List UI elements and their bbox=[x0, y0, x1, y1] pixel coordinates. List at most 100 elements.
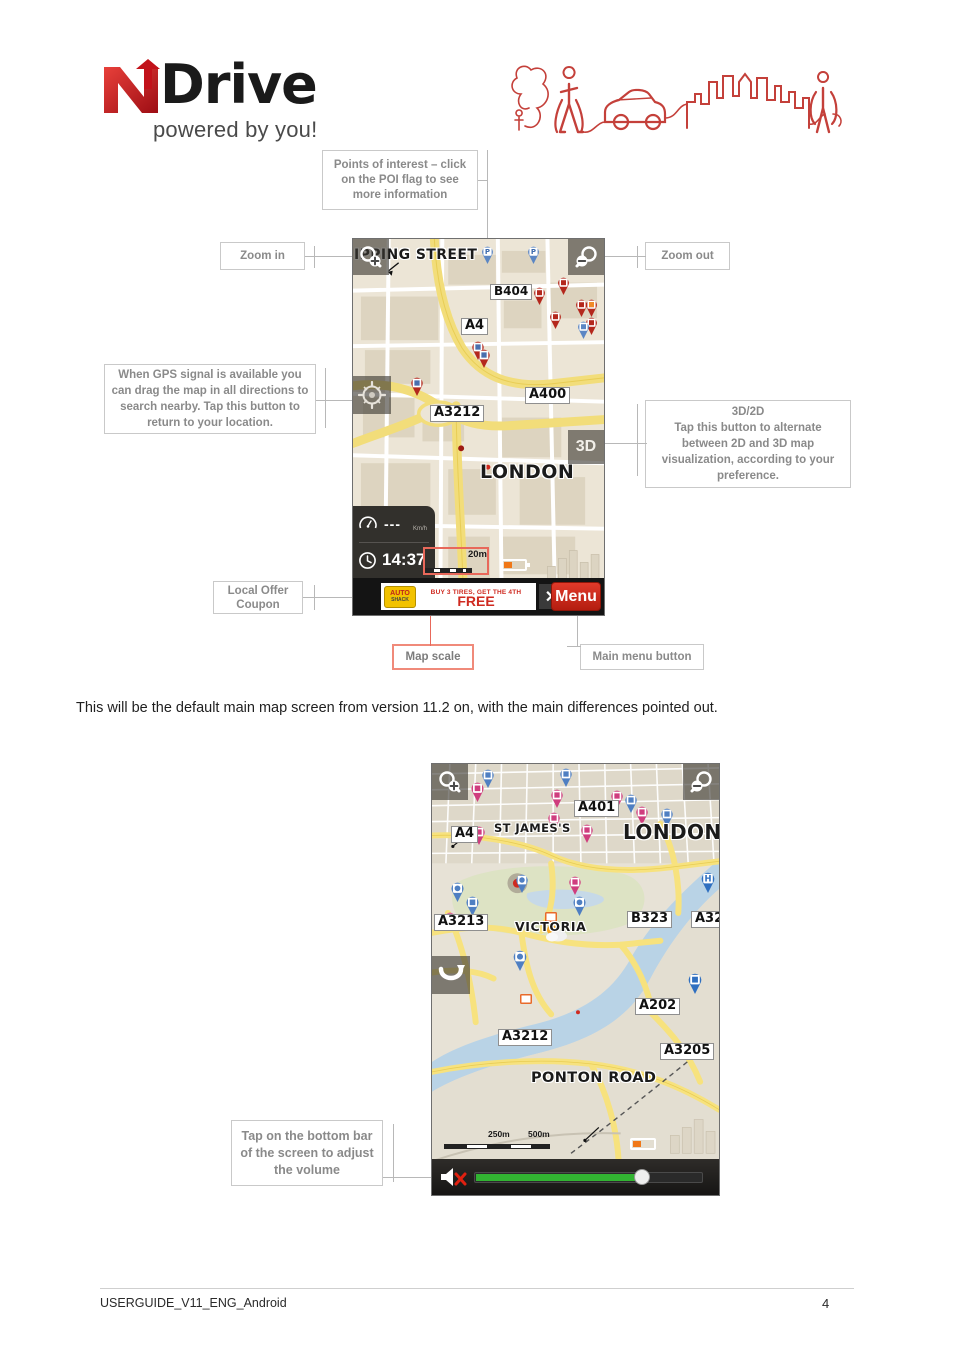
connector-volume-tick bbox=[393, 1124, 394, 1182]
ndrive-logo: Drive powered by you! bbox=[100, 53, 400, 150]
poi-marker-parking[interactable]: P bbox=[481, 246, 494, 264]
magnifier-minus-icon bbox=[690, 771, 712, 793]
magnifier-minus-icon bbox=[575, 246, 597, 268]
speedometer-icon bbox=[359, 516, 377, 529]
poi-marker-transport[interactable] bbox=[465, 896, 480, 916]
svg-text:P: P bbox=[485, 248, 490, 256]
map-scale-widget: 20m bbox=[423, 547, 489, 575]
poi-dot-orange bbox=[589, 302, 594, 307]
connector-gps-tick bbox=[325, 368, 326, 428]
poi-marker-bank[interactable] bbox=[577, 321, 590, 339]
road-label-a401: A401 bbox=[574, 800, 620, 817]
road-label-a202: A202 bbox=[635, 998, 681, 1015]
poi-marker-hotel[interactable] bbox=[477, 349, 491, 368]
footer-page-number: 4 bbox=[822, 1296, 830, 1311]
poi-marker-shopping[interactable] bbox=[550, 789, 564, 808]
page-header: Drive powered by you! bbox=[0, 0, 954, 150]
map-scale-bar bbox=[444, 1144, 550, 1149]
svg-text:H: H bbox=[704, 874, 711, 884]
poi-marker-leisure[interactable] bbox=[515, 874, 529, 893]
place-label-london: LONDON bbox=[623, 820, 720, 844]
poi-marker-fuel[interactable] bbox=[533, 287, 546, 305]
road-label-a3212: A3212 bbox=[498, 1029, 553, 1046]
clock-value: 14:37 bbox=[382, 550, 426, 569]
poi-marker-leisure[interactable] bbox=[512, 950, 528, 971]
connector-poi-horizontal bbox=[478, 180, 488, 181]
poi-marker-transport[interactable] bbox=[687, 973, 703, 994]
place-label-victoria: VICTORIA bbox=[515, 919, 587, 934]
locate-me-button[interactable] bbox=[353, 376, 391, 414]
local-offer-coupon-bar[interactable]: AUTO SHACK BUY 3 TIRES, GET THE 4TH FREE… bbox=[353, 578, 604, 615]
footer-file-label: USERGUIDE_V11_ENG_Android bbox=[100, 1296, 287, 1310]
logo-wordmark: Drive bbox=[160, 53, 318, 116]
connector-poi-vertical bbox=[487, 150, 488, 245]
ad-advertiser-logo: AUTO SHACK bbox=[384, 585, 416, 608]
battery-fill bbox=[504, 562, 512, 568]
ad-logo-line2: SHACK bbox=[391, 596, 409, 603]
road-label-a3213: A3213 bbox=[434, 914, 489, 931]
poi-marker-shopping[interactable] bbox=[580, 824, 594, 843]
place-label-london: LONDON bbox=[480, 461, 575, 483]
callout-volume: Tap on the bottom bar of the screen to a… bbox=[231, 1120, 383, 1186]
map-screenshot-secondary: H A401 A4 A3213 B323 A32 A202 A3212 A320… bbox=[431, 763, 720, 1196]
connector-local-offer-tick bbox=[314, 585, 315, 610]
poi-marker-leisure[interactable] bbox=[572, 896, 587, 916]
road-label-a3212: A3212 bbox=[430, 405, 485, 422]
ad-logo-line1: AUTO bbox=[390, 589, 410, 597]
poi-marker-hospital[interactable]: H bbox=[700, 872, 716, 893]
ad-copy: BUY 3 TIRES, GET THE 4TH FREE bbox=[416, 588, 536, 609]
place-label-ponton-road: PONTON ROAD bbox=[531, 1070, 657, 1086]
connector-3d bbox=[605, 443, 647, 444]
callout-gps-drag: When GPS signal is available you can dra… bbox=[104, 364, 316, 434]
road-label-a32: A32 bbox=[691, 911, 719, 928]
city-scene-line-art bbox=[511, 65, 842, 134]
poi-marker-fuel[interactable] bbox=[557, 277, 570, 295]
clock-icon bbox=[359, 551, 376, 569]
view-mode-3d-button[interactable]: 3D bbox=[568, 430, 604, 464]
callout-zoom-in: Zoom in bbox=[220, 242, 305, 270]
poi-marker-hotel[interactable] bbox=[410, 377, 424, 396]
road-label-b323: B323 bbox=[627, 911, 673, 928]
poi-marker-transport[interactable] bbox=[559, 768, 573, 787]
connector-zoom-out bbox=[600, 256, 646, 257]
battery-indicator bbox=[630, 1138, 656, 1150]
ad-emphasis: FREE bbox=[457, 592, 495, 609]
mute-toggle-button[interactable] bbox=[432, 1165, 474, 1189]
volume-bar[interactable] bbox=[432, 1159, 719, 1195]
road-label-a4: A4 bbox=[451, 826, 479, 843]
map-screenshot-primary: P P B404 A4 A400 A3212 LONDON IPPING STR… bbox=[352, 238, 605, 616]
callout-main-menu: Main menu button bbox=[580, 644, 704, 670]
battery-tip bbox=[527, 563, 530, 567]
callout-local-offer: Local Offer Coupon bbox=[213, 581, 303, 614]
map-scale-bar bbox=[425, 568, 472, 573]
poi-marker-leisure[interactable] bbox=[450, 882, 465, 902]
zoom-in-button[interactable] bbox=[432, 764, 468, 800]
battery-indicator bbox=[501, 559, 530, 571]
zoom-out-button[interactable] bbox=[683, 764, 719, 800]
callout-zoom-out: Zoom out bbox=[645, 242, 730, 270]
poi-marker-parking[interactable]: P bbox=[527, 246, 540, 264]
magnifier-plus-icon bbox=[439, 771, 461, 793]
callout-points-of-interest: Points of interest – click on the POI fl… bbox=[322, 150, 478, 210]
zoom-out-button[interactable] bbox=[568, 239, 604, 275]
poi-marker-shopping[interactable] bbox=[568, 876, 582, 895]
road-label-a4: A4 bbox=[461, 318, 489, 335]
speed-unit: Km/h bbox=[413, 526, 428, 532]
place-label-st-jamess: ST JAMES'S bbox=[494, 821, 571, 835]
connector-3d-tick bbox=[637, 404, 638, 476]
volume-slider-handle[interactable] bbox=[633, 1168, 650, 1185]
back-button[interactable] bbox=[432, 956, 470, 994]
volume-slider[interactable] bbox=[474, 1168, 703, 1185]
main-menu-button[interactable]: Menu bbox=[551, 582, 601, 611]
magnifier-plus-icon bbox=[360, 246, 382, 268]
poi-marker-fuel[interactable] bbox=[549, 311, 562, 329]
zoom-in-button[interactable] bbox=[353, 239, 389, 275]
road-label-b404: B404 bbox=[490, 284, 533, 300]
map-scale-widget: 250m 500m bbox=[444, 1129, 554, 1151]
poi-marker-transport[interactable] bbox=[481, 769, 495, 788]
map-scale-max: 500m bbox=[528, 1129, 550, 1139]
ad-banner[interactable]: AUTO SHACK BUY 3 TIRES, GET THE 4TH FREE bbox=[381, 583, 536, 610]
dashboard-panel: --- Km/h 14:37 bbox=[353, 506, 435, 578]
clock-row: 14:37 bbox=[353, 542, 435, 578]
poi-marker-restaurant[interactable] bbox=[520, 994, 532, 1006]
